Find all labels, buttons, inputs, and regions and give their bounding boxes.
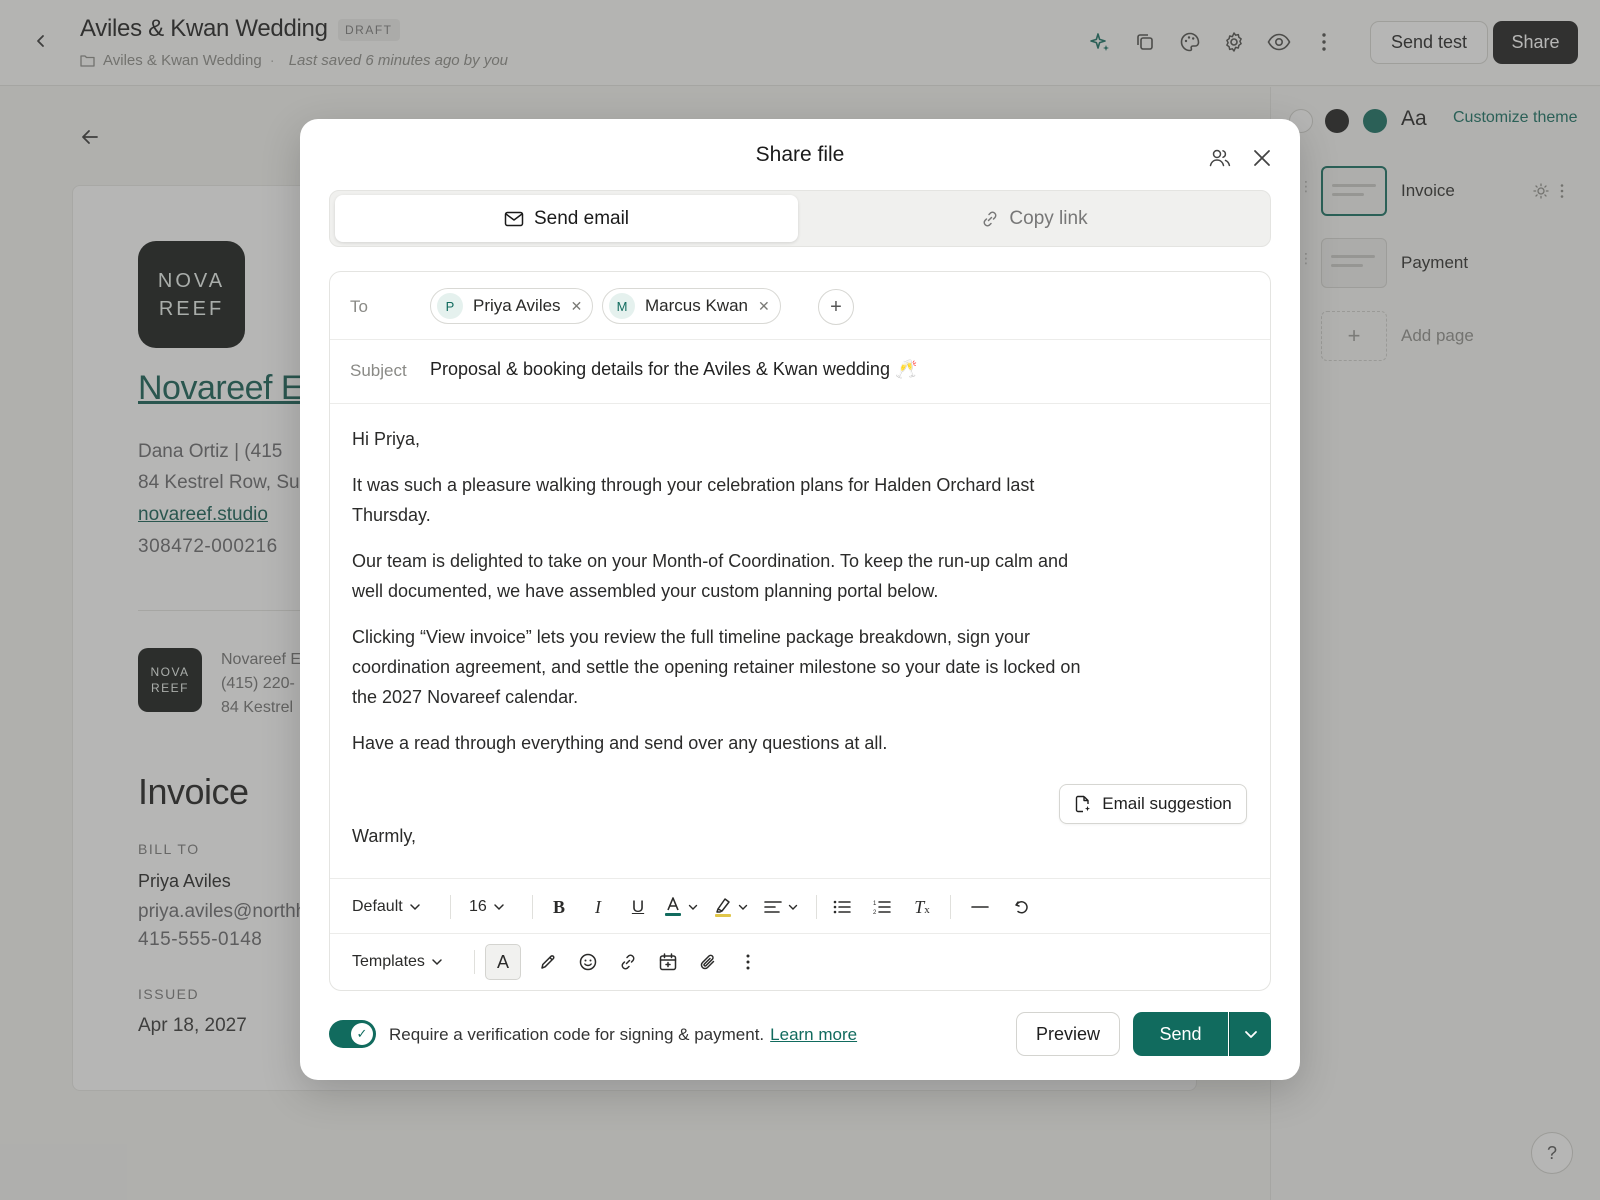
align-left-icon bbox=[764, 901, 782, 913]
tab-copy-link[interactable]: Copy link bbox=[802, 195, 1267, 242]
close-button[interactable] bbox=[1250, 146, 1274, 170]
recipient-chip[interactable]: P Priya Aviles ✕ bbox=[430, 288, 594, 324]
numbered-list-icon: 12 bbox=[873, 901, 891, 915]
undo-button[interactable] bbox=[1008, 893, 1036, 921]
people-icon bbox=[1209, 149, 1231, 167]
tab-send-email[interactable]: Send email bbox=[335, 195, 798, 242]
more-vertical-icon bbox=[746, 954, 750, 970]
toolbar-separator bbox=[950, 895, 951, 919]
check-icon: ✓ bbox=[351, 1023, 373, 1045]
envelope-icon bbox=[504, 211, 524, 226]
subject-input[interactable]: Proposal & booking details for the Avile… bbox=[430, 359, 917, 380]
add-recipient-button[interactable]: + bbox=[818, 289, 854, 325]
manage-access-button[interactable] bbox=[1208, 146, 1232, 170]
underline-icon: U bbox=[631, 897, 645, 916]
email-body-editor[interactable]: Hi Priya, It was such a pleasure walking… bbox=[352, 424, 1092, 774]
text-style-select[interactable]: Default bbox=[352, 893, 421, 921]
insert-toolbar: Templates A bbox=[330, 934, 1270, 990]
more-options-button[interactable] bbox=[734, 948, 762, 976]
smiley-icon bbox=[579, 953, 597, 971]
body-paragraph: Clicking “View invoice” lets you review … bbox=[352, 627, 1081, 707]
chevron-down-icon bbox=[788, 904, 798, 910]
svg-text:2: 2 bbox=[873, 910, 877, 915]
text-mode-button[interactable]: A bbox=[485, 944, 521, 980]
bold-button[interactable]: B bbox=[545, 893, 573, 921]
font-size-select[interactable]: 16 bbox=[469, 893, 505, 921]
divider-button[interactable] bbox=[966, 893, 994, 921]
body-paragraph: Hi Priya, bbox=[352, 429, 421, 449]
remove-recipient-icon[interactable]: ✕ bbox=[758, 298, 770, 315]
toolbar-separator bbox=[474, 950, 475, 974]
formatting-toolbar: Default 16 B I U 1 2 Tx bbox=[330, 878, 1270, 934]
highlight-button[interactable] bbox=[714, 893, 748, 921]
insert-link-button[interactable] bbox=[614, 948, 642, 976]
signature-button[interactable] bbox=[534, 948, 562, 976]
text-color-icon bbox=[665, 897, 681, 916]
recipient-chip[interactable]: M Marcus Kwan ✕ bbox=[602, 288, 781, 324]
body-paragraph: It was such a pleasure walking through y… bbox=[352, 475, 1035, 525]
send-options-button[interactable] bbox=[1229, 1012, 1271, 1056]
calendar-icon bbox=[659, 953, 677, 971]
recipient-name: Marcus Kwan bbox=[645, 296, 748, 315]
verification-toggle[interactable]: ✓ bbox=[329, 1020, 376, 1048]
pencil-icon bbox=[541, 955, 555, 969]
toolbar-separator bbox=[532, 895, 533, 919]
text-color-button[interactable] bbox=[664, 893, 698, 921]
body-paragraph: Have a read through everything and send … bbox=[352, 733, 888, 753]
emoji-button[interactable] bbox=[574, 948, 602, 976]
send-button[interactable]: Send bbox=[1133, 1012, 1228, 1056]
avatar: P bbox=[437, 293, 463, 319]
italic-icon: I bbox=[595, 896, 601, 917]
link-icon bbox=[621, 954, 635, 970]
chevron-down-icon bbox=[738, 904, 748, 910]
attach-button[interactable] bbox=[694, 948, 722, 976]
preview-email-button[interactable]: Preview bbox=[1016, 1012, 1120, 1056]
highlighter-icon bbox=[715, 898, 731, 917]
clear-formatting-icon: Tx bbox=[914, 896, 930, 917]
learn-more-link[interactable]: Learn more bbox=[770, 1025, 857, 1044]
avatar: M bbox=[609, 293, 635, 319]
email-suggestion-button[interactable]: Email suggestion bbox=[1059, 784, 1247, 824]
paperclip-icon bbox=[700, 954, 715, 970]
templates-select[interactable]: Templates bbox=[352, 948, 443, 976]
email-signoff: Warmly, bbox=[352, 826, 416, 846]
chevron-down-icon bbox=[688, 904, 698, 910]
italic-button[interactable]: I bbox=[584, 893, 612, 921]
numbered-list-button[interactable]: 12 bbox=[868, 893, 896, 921]
subject-row: Subject Proposal & booking details for t… bbox=[330, 340, 1270, 404]
bullet-list-icon bbox=[833, 900, 851, 914]
toolbar-separator bbox=[816, 895, 817, 919]
bullet-list-button[interactable] bbox=[828, 893, 856, 921]
subject-label: Subject bbox=[350, 361, 407, 380]
link-icon bbox=[984, 211, 997, 226]
to-label: To bbox=[350, 297, 368, 316]
svg-text:1: 1 bbox=[873, 901, 877, 907]
recipient-name: Priya Aviles bbox=[473, 296, 561, 315]
share-file-dialog: Share file Send email Copy link To P Pri… bbox=[300, 119, 1300, 1080]
email-composer: To P Priya Aviles ✕ M Marcus Kwan ✕ + Su… bbox=[329, 271, 1271, 991]
chevron-down-icon bbox=[432, 959, 442, 966]
verification-label: Require a verification code for signing … bbox=[389, 1025, 858, 1044]
dialog-title: Share file bbox=[755, 143, 845, 166]
horizontal-rule-icon bbox=[971, 906, 989, 908]
chevron-down-icon bbox=[409, 904, 420, 911]
underline-button[interactable]: U bbox=[624, 893, 652, 921]
chevron-down-icon bbox=[1244, 1030, 1257, 1038]
chevron-down-icon bbox=[494, 904, 504, 911]
clear-formatting-button[interactable]: Tx bbox=[908, 893, 936, 921]
to-row: To P Priya Aviles ✕ M Marcus Kwan ✕ + bbox=[330, 272, 1270, 340]
plus-icon: + bbox=[830, 295, 842, 318]
share-mode-tabs: Send email Copy link bbox=[329, 190, 1271, 247]
remove-recipient-icon[interactable]: ✕ bbox=[571, 298, 583, 315]
undo-icon bbox=[1015, 901, 1028, 914]
insert-date-button[interactable] bbox=[654, 948, 682, 976]
bold-icon: B bbox=[552, 896, 565, 917]
align-button[interactable] bbox=[764, 893, 798, 921]
text-format-icon: A bbox=[496, 951, 509, 972]
document-sparkle-icon bbox=[1076, 795, 1091, 813]
body-paragraph: Our team is delighted to take on your Mo… bbox=[352, 551, 1069, 601]
toolbar-separator bbox=[450, 895, 451, 919]
close-icon bbox=[1254, 150, 1270, 166]
dialog-footer: ✓ Require a verification code for signin… bbox=[329, 1012, 1271, 1058]
